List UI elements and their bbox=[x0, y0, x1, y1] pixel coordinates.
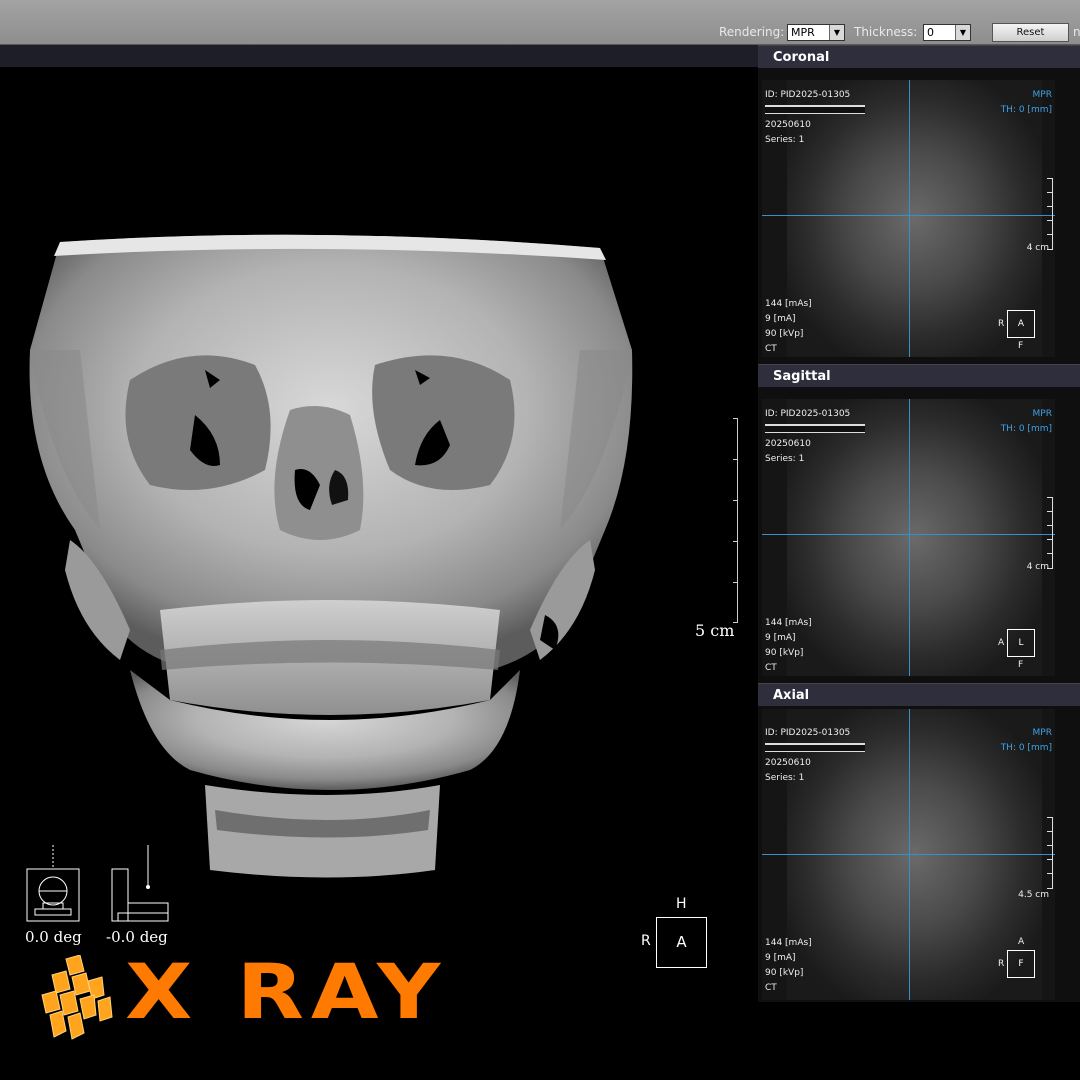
axial-orient-left: R bbox=[998, 959, 1005, 969]
axial-modality: CT bbox=[765, 983, 777, 993]
sagittal-thickness: TH: 0 [mm] bbox=[1000, 424, 1052, 434]
coronal-date: 20250610 bbox=[765, 120, 811, 130]
axial-redacted-name bbox=[765, 741, 865, 756]
orientation-left: R bbox=[641, 933, 651, 949]
axial-thickness: TH: 0 [mm] bbox=[1000, 743, 1052, 753]
coronal-mode: MPR bbox=[1032, 90, 1052, 100]
thickness-label: Thickness: bbox=[854, 25, 918, 39]
sagittal-mode: MPR bbox=[1032, 409, 1052, 419]
scale-label: 5 cm bbox=[695, 621, 735, 640]
rotation-2-label: -0.0 deg bbox=[106, 928, 168, 946]
coronal-thickness: TH: 0 [mm] bbox=[1000, 105, 1052, 115]
sagittal-series: Series: 1 bbox=[765, 454, 805, 464]
axial-ma: 9 [mA] bbox=[765, 953, 796, 963]
axial-view[interactable]: ID: PID2025-01305 20250610 Series: 1 MPR… bbox=[762, 709, 1055, 1000]
skull-3d-rendering[interactable] bbox=[20, 230, 640, 880]
orientation-top: H bbox=[676, 896, 687, 912]
sagittal-date: 20250610 bbox=[765, 439, 811, 449]
scale-bar bbox=[733, 418, 738, 623]
axial-kvp: 90 [kVp] bbox=[765, 968, 804, 978]
coronal-orient-bottom: F bbox=[1018, 341, 1024, 351]
coronal-redacted-name bbox=[765, 103, 865, 118]
top-toolbar: Rendering: MPR ▼ Thickness: 0 ▼ Reset n bbox=[0, 0, 1080, 45]
chevron-down-icon[interactable]: ▼ bbox=[955, 25, 970, 40]
axial-series: Series: 1 bbox=[765, 773, 805, 783]
axial-date: 20250610 bbox=[765, 758, 811, 768]
coronal-mas: 144 [mAs] bbox=[765, 299, 812, 309]
sagittal-orient-left: A bbox=[998, 638, 1005, 648]
rendering-label: Rendering: bbox=[719, 25, 785, 39]
panel-header-axial[interactable]: Axial bbox=[758, 683, 1080, 706]
axial-mas: 144 [mAs] bbox=[765, 938, 812, 948]
axial-mode: MPR bbox=[1032, 728, 1052, 738]
head-rotation-front-icon[interactable] bbox=[25, 845, 85, 923]
sagittal-modality: CT bbox=[765, 663, 777, 673]
chevron-down-icon[interactable]: ▼ bbox=[829, 25, 844, 40]
rendering-select[interactable]: MPR ▼ bbox=[787, 24, 845, 41]
sagittal-view[interactable]: ID: PID2025-01305 20250610 Series: 1 MPR… bbox=[762, 399, 1055, 676]
coronal-scale: 4 cm bbox=[1026, 243, 1049, 253]
coronal-ma: 9 [mA] bbox=[765, 314, 796, 324]
head-rotation-side-icon[interactable] bbox=[108, 845, 172, 923]
coronal-kvp: 90 [kVp] bbox=[765, 329, 804, 339]
coronal-patient-id: ID: PID2025-01305 bbox=[765, 90, 851, 100]
coronal-view[interactable]: ID: PID2025-01305 20250610 Series: 1 MPR… bbox=[762, 80, 1055, 357]
axial-patient-id: ID: PID2025-01305 bbox=[765, 728, 851, 738]
sagittal-redacted-name bbox=[765, 422, 865, 437]
axial-orient-top: A bbox=[1018, 937, 1025, 947]
coronal-orient-box-label: A bbox=[1017, 319, 1025, 329]
panel-header-coronal[interactable]: Coronal bbox=[758, 45, 1080, 68]
axial-scale: 4.5 cm bbox=[1018, 890, 1049, 900]
orientation-cube[interactable]: A bbox=[656, 917, 707, 968]
thickness-select[interactable]: 0 ▼ bbox=[923, 24, 971, 41]
panel-header-sagittal[interactable]: Sagittal bbox=[758, 364, 1080, 387]
rotation-1-label: 0.0 deg bbox=[25, 928, 82, 946]
coronal-series: Series: 1 bbox=[765, 135, 805, 145]
coronal-orient-left: R bbox=[998, 319, 1005, 329]
reset-button[interactable]: Reset bbox=[992, 23, 1069, 42]
axial-orientation-box[interactable]: F bbox=[1007, 950, 1035, 978]
sagittal-kvp: 90 [kVp] bbox=[765, 648, 804, 658]
xray-logo-icon bbox=[41, 955, 113, 1040]
main-view-header-strip bbox=[0, 45, 760, 67]
sagittal-patient-id: ID: PID2025-01305 bbox=[765, 409, 851, 419]
sagittal-scale: 4 cm bbox=[1026, 562, 1049, 572]
sagittal-orient-bottom: F bbox=[1018, 660, 1024, 670]
toolbar-cut-label: n bbox=[1073, 25, 1080, 39]
sagittal-mas: 144 [mAs] bbox=[765, 618, 812, 628]
orientation-center: A bbox=[676, 933, 687, 951]
coronal-modality: CT bbox=[765, 344, 777, 354]
sagittal-orient-box-label: L bbox=[1018, 638, 1024, 648]
sagittal-ma: 9 [mA] bbox=[765, 633, 796, 643]
coronal-orientation-box[interactable]: A bbox=[1007, 310, 1035, 338]
thickness-value: 0 bbox=[927, 26, 934, 39]
axial-orient-box-label: F bbox=[1018, 959, 1024, 969]
sagittal-orientation-box[interactable]: L bbox=[1007, 629, 1035, 657]
xray-logo-text: X RAY bbox=[125, 947, 448, 1036]
rendering-value: MPR bbox=[791, 26, 815, 39]
